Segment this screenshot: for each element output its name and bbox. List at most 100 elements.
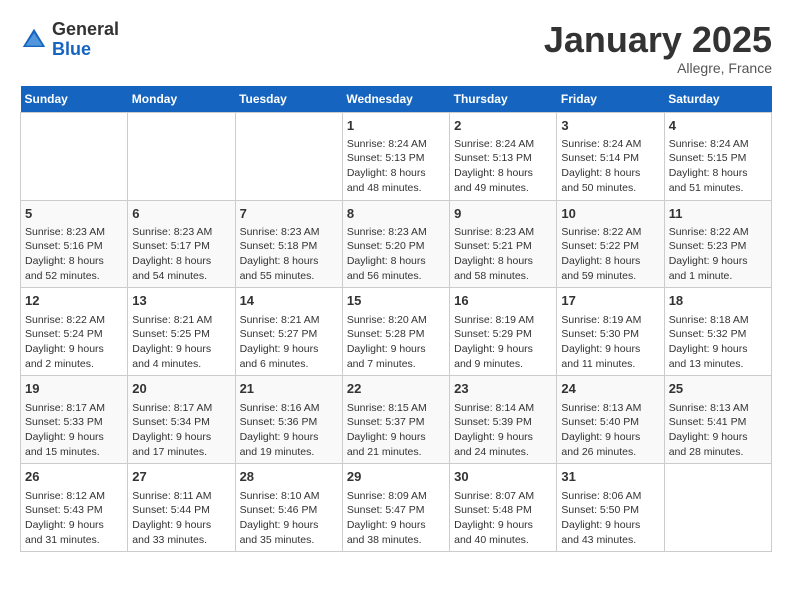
- day-info: Sunset: 5:27 PM: [240, 327, 338, 342]
- day-of-week-header: Monday: [128, 86, 235, 113]
- day-info: Sunset: 5:20 PM: [347, 239, 445, 254]
- calendar-cell: 31Sunrise: 8:06 AMSunset: 5:50 PMDayligh…: [557, 464, 664, 552]
- calendar-cell: 7Sunrise: 8:23 AMSunset: 5:18 PMDaylight…: [235, 200, 342, 288]
- day-info: Sunset: 5:46 PM: [240, 503, 338, 518]
- day-info: Sunset: 5:30 PM: [561, 327, 659, 342]
- calendar-table: SundayMondayTuesdayWednesdayThursdayFrid…: [20, 86, 772, 553]
- day-info: Sunset: 5:15 PM: [669, 151, 767, 166]
- calendar-week-row: 5Sunrise: 8:23 AMSunset: 5:16 PMDaylight…: [21, 200, 772, 288]
- day-info: Sunrise: 8:23 AM: [132, 225, 230, 240]
- day-info: Sunset: 5:34 PM: [132, 415, 230, 430]
- day-number: 15: [347, 292, 445, 310]
- calendar-cell: 16Sunrise: 8:19 AMSunset: 5:29 PMDayligh…: [450, 288, 557, 376]
- day-number: 28: [240, 468, 338, 486]
- calendar-cell: 1Sunrise: 8:24 AMSunset: 5:13 PMDaylight…: [342, 112, 449, 200]
- calendar-cell: 25Sunrise: 8:13 AMSunset: 5:41 PMDayligh…: [664, 376, 771, 464]
- day-info: Sunset: 5:44 PM: [132, 503, 230, 518]
- day-info: Sunrise: 8:16 AM: [240, 401, 338, 416]
- day-number: 17: [561, 292, 659, 310]
- calendar-cell: 24Sunrise: 8:13 AMSunset: 5:40 PMDayligh…: [557, 376, 664, 464]
- day-info: Sunrise: 8:19 AM: [561, 313, 659, 328]
- day-info: Sunrise: 8:09 AM: [347, 489, 445, 504]
- calendar-cell: 5Sunrise: 8:23 AMSunset: 5:16 PMDaylight…: [21, 200, 128, 288]
- day-info: Sunrise: 8:10 AM: [240, 489, 338, 504]
- day-info: Daylight: 9 hours and 38 minutes.: [347, 518, 445, 547]
- day-info: Sunset: 5:39 PM: [454, 415, 552, 430]
- calendar-cell: 8Sunrise: 8:23 AMSunset: 5:20 PMDaylight…: [342, 200, 449, 288]
- day-info: Daylight: 9 hours and 35 minutes.: [240, 518, 338, 547]
- day-info: Daylight: 8 hours and 49 minutes.: [454, 166, 552, 195]
- day-number: 27: [132, 468, 230, 486]
- day-info: Sunset: 5:29 PM: [454, 327, 552, 342]
- day-info: Sunset: 5:25 PM: [132, 327, 230, 342]
- calendar-cell: 22Sunrise: 8:15 AMSunset: 5:37 PMDayligh…: [342, 376, 449, 464]
- calendar-cell: [664, 464, 771, 552]
- day-info: Sunrise: 8:22 AM: [25, 313, 123, 328]
- calendar-cell: 26Sunrise: 8:12 AMSunset: 5:43 PMDayligh…: [21, 464, 128, 552]
- day-info: Sunset: 5:18 PM: [240, 239, 338, 254]
- day-info: Daylight: 8 hours and 59 minutes.: [561, 254, 659, 283]
- day-of-week-header: Tuesday: [235, 86, 342, 113]
- day-info: Daylight: 9 hours and 19 minutes.: [240, 430, 338, 459]
- day-info: Sunrise: 8:21 AM: [132, 313, 230, 328]
- day-info: Daylight: 9 hours and 4 minutes.: [132, 342, 230, 371]
- day-info: Sunrise: 8:12 AM: [25, 489, 123, 504]
- day-info: Daylight: 9 hours and 6 minutes.: [240, 342, 338, 371]
- day-info: Daylight: 8 hours and 50 minutes.: [561, 166, 659, 195]
- calendar-week-row: 26Sunrise: 8:12 AMSunset: 5:43 PMDayligh…: [21, 464, 772, 552]
- day-number: 18: [669, 292, 767, 310]
- day-info: Daylight: 8 hours and 58 minutes.: [454, 254, 552, 283]
- calendar-cell: 30Sunrise: 8:07 AMSunset: 5:48 PMDayligh…: [450, 464, 557, 552]
- day-number: 3: [561, 117, 659, 135]
- calendar-cell: 2Sunrise: 8:24 AMSunset: 5:13 PMDaylight…: [450, 112, 557, 200]
- logo-general: General: [52, 20, 119, 40]
- day-info: Sunset: 5:50 PM: [561, 503, 659, 518]
- day-info: Sunset: 5:36 PM: [240, 415, 338, 430]
- title-block: January 2025 Allegre, France: [544, 20, 772, 76]
- day-info: Daylight: 9 hours and 15 minutes.: [25, 430, 123, 459]
- day-info: Daylight: 9 hours and 40 minutes.: [454, 518, 552, 547]
- day-info: Sunset: 5:23 PM: [669, 239, 767, 254]
- calendar-cell: 10Sunrise: 8:22 AMSunset: 5:22 PMDayligh…: [557, 200, 664, 288]
- day-number: 20: [132, 380, 230, 398]
- day-info: Sunset: 5:22 PM: [561, 239, 659, 254]
- day-info: Daylight: 9 hours and 9 minutes.: [454, 342, 552, 371]
- day-info: Daylight: 8 hours and 52 minutes.: [25, 254, 123, 283]
- calendar-title: January 2025: [544, 20, 772, 60]
- day-number: 26: [25, 468, 123, 486]
- day-info: Sunrise: 8:06 AM: [561, 489, 659, 504]
- calendar-subtitle: Allegre, France: [544, 60, 772, 76]
- day-info: Daylight: 9 hours and 33 minutes.: [132, 518, 230, 547]
- day-number: 21: [240, 380, 338, 398]
- logo-text: General Blue: [52, 20, 119, 60]
- day-info: Daylight: 8 hours and 51 minutes.: [669, 166, 767, 195]
- day-info: Daylight: 9 hours and 26 minutes.: [561, 430, 659, 459]
- day-number: 14: [240, 292, 338, 310]
- day-number: 6: [132, 205, 230, 223]
- logo-blue: Blue: [52, 40, 119, 60]
- day-info: Daylight: 8 hours and 48 minutes.: [347, 166, 445, 195]
- day-info: Sunrise: 8:23 AM: [454, 225, 552, 240]
- calendar-cell: 23Sunrise: 8:14 AMSunset: 5:39 PMDayligh…: [450, 376, 557, 464]
- calendar-cell: 28 Sunrise: 8:10 AMSunset: 5:46 PMDayligh…: [235, 464, 342, 552]
- day-info: Sunrise: 8:23 AM: [347, 225, 445, 240]
- day-info: Daylight: 9 hours and 17 minutes.: [132, 430, 230, 459]
- day-info: Sunrise: 8:24 AM: [454, 137, 552, 152]
- calendar-cell: 29Sunrise: 8:09 AMSunset: 5:47 PMDayligh…: [342, 464, 449, 552]
- day-info: Sunrise: 8:23 AM: [240, 225, 338, 240]
- day-info: Sunset: 5:13 PM: [347, 151, 445, 166]
- day-info: Sunrise: 8:11 AM: [132, 489, 230, 504]
- calendar-cell: 19Sunrise: 8:17 AMSunset: 5:33 PMDayligh…: [21, 376, 128, 464]
- day-info: Daylight: 9 hours and 24 minutes.: [454, 430, 552, 459]
- day-info: Sunrise: 8:24 AM: [669, 137, 767, 152]
- day-of-week-header: Friday: [557, 86, 664, 113]
- day-info: Sunrise: 8:24 AM: [347, 137, 445, 152]
- day-of-week-header: Thursday: [450, 86, 557, 113]
- day-number: 31: [561, 468, 659, 486]
- calendar-cell: 4Sunrise: 8:24 AMSunset: 5:15 PMDaylight…: [664, 112, 771, 200]
- day-info: Daylight: 8 hours and 55 minutes.: [240, 254, 338, 283]
- calendar-cell: 3Sunrise: 8:24 AMSunset: 5:14 PMDaylight…: [557, 112, 664, 200]
- day-info: Sunrise: 8:22 AM: [561, 225, 659, 240]
- calendar-cell: 14Sunrise: 8:21 AMSunset: 5:27 PMDayligh…: [235, 288, 342, 376]
- day-info: Sunset: 5:13 PM: [454, 151, 552, 166]
